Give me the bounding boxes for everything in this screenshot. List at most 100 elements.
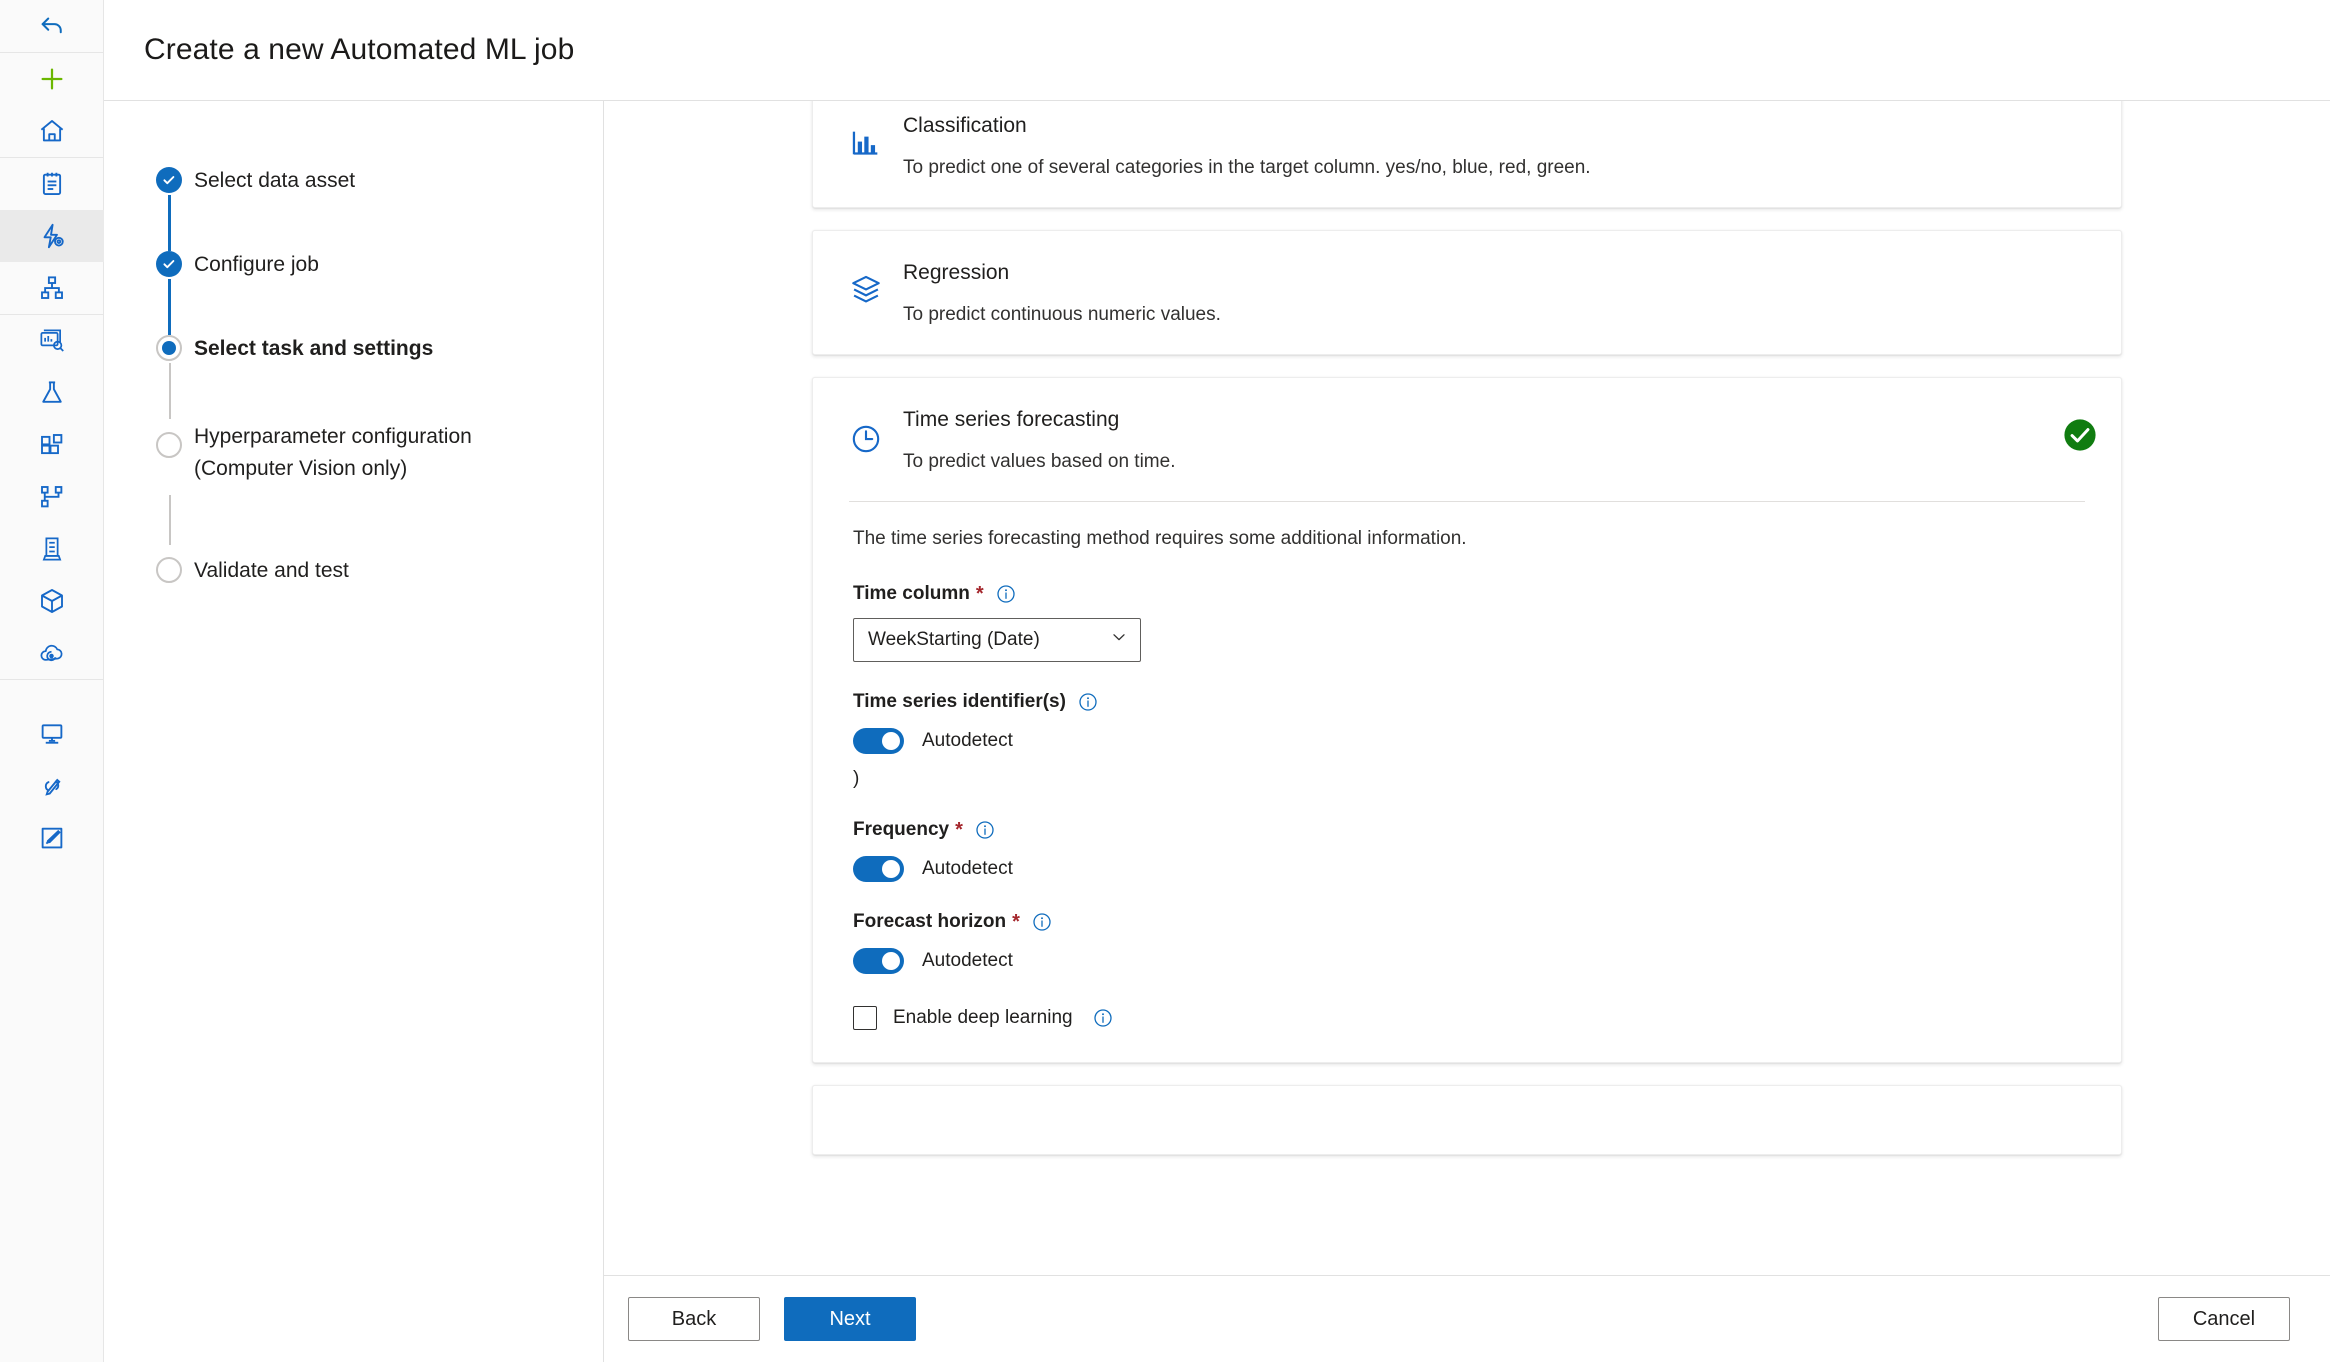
- endpoints-cloud-icon-button[interactable]: [0, 627, 104, 679]
- task-card-description: To predict continuous numeric values.: [903, 304, 1221, 325]
- task-card-time-series-forecasting[interactable]: Time series forecasting To predict value…: [812, 377, 2122, 1063]
- required-marker: *: [975, 583, 984, 605]
- back-arrow-icon: [37, 11, 67, 41]
- wizard-step-label: Validate and test: [194, 559, 349, 582]
- wizard-step-configure-job[interactable]: Configure job: [104, 251, 603, 279]
- field-time-series-identifiers: Time series identifier(s) Autodetect): [853, 690, 2085, 790]
- automated-ml-wizard-page: Create a new Automated ML job Select dat…: [0, 0, 2330, 1362]
- frequency-label-row: Frequency *: [853, 818, 2085, 842]
- enable-deep-learning-checkbox[interactable]: [853, 1006, 877, 1030]
- automated-ml-icon-button[interactable]: [0, 210, 104, 262]
- time-series-identifiers-label-row: Time series identifier(s): [853, 690, 2085, 714]
- home-icon: [37, 116, 67, 146]
- time-series-identifiers-label: Time series identifier(s): [853, 691, 1066, 712]
- page-header: Create a new Automated ML job: [104, 0, 2330, 101]
- notebooks-icon-button[interactable]: [0, 158, 104, 210]
- autodetect-toggle[interactable]: [853, 728, 904, 754]
- wizard-step-select-task-and-settings[interactable]: Select task and settings: [104, 335, 603, 363]
- experiments-flask-icon-button[interactable]: [0, 367, 104, 419]
- time-column-label-row: Time column *: [853, 582, 2085, 606]
- wizard-step-label: Configure job: [194, 253, 319, 276]
- wizard-step-hyperparameter-configuration[interactable]: Hyperparameter configuration (Computer V…: [104, 421, 603, 485]
- back-button[interactable]: Back: [628, 1297, 760, 1341]
- add-new-icon: [37, 64, 67, 94]
- forecast-horizon-label-row: Forecast horizon *: [853, 910, 2085, 934]
- step-status-indicator: [156, 557, 182, 583]
- step-status-indicator: [156, 167, 182, 193]
- time-column-dropdown[interactable]: WeekStarting (Date): [853, 618, 1141, 662]
- forecast-settings-form: The time series forecasting method requi…: [813, 502, 2121, 1062]
- pipelines-icon: [37, 482, 67, 512]
- data-icon-button[interactable]: [0, 523, 104, 575]
- task-card-classification[interactable]: Classification To predict one of several…: [812, 101, 2122, 208]
- designer-icon-button[interactable]: [0, 262, 104, 314]
- automated-ml-icon: [37, 221, 67, 251]
- rail-group-assets: [0, 315, 103, 679]
- info-icon[interactable]: [996, 584, 1016, 604]
- task-card-title: Time series forecasting: [903, 408, 1120, 431]
- task-card-description: To predict values based on time.: [903, 451, 1176, 472]
- bar-chart-icon: [849, 112, 903, 181]
- field-frequency: Frequency * Autodetect: [853, 818, 2085, 882]
- wizard-step-label: Hyperparameter configuration (Computer V…: [194, 425, 472, 480]
- compute-monitor-icon-button[interactable]: [0, 708, 104, 760]
- info-icon[interactable]: [1078, 692, 1098, 712]
- selected-check-badge: [2063, 418, 2097, 457]
- data-monitoring-icon: [37, 326, 67, 356]
- pipelines-icon-button[interactable]: [0, 471, 104, 523]
- info-icon[interactable]: [1032, 912, 1052, 932]
- required-marker: *: [955, 819, 963, 841]
- rail-group-manage: [0, 680, 103, 864]
- step-status-indicator: [156, 335, 182, 361]
- task-card-next-partial[interactable]: [812, 1085, 2122, 1155]
- clock-icon: [849, 406, 903, 475]
- data-monitoring-icon-button[interactable]: [0, 315, 104, 367]
- next-button[interactable]: Next: [784, 1297, 916, 1341]
- field-forecast-horizon: Forecast horizon * Autodetect: [853, 910, 2085, 974]
- add-new-icon-button[interactable]: [0, 53, 104, 105]
- task-card-regression[interactable]: Regression To predict continuous numeric…: [812, 230, 2122, 355]
- wizard-step-select-data-asset[interactable]: Select data asset: [104, 167, 603, 195]
- data-icon: [37, 534, 67, 564]
- data-labeling-icon-button[interactable]: [0, 812, 104, 864]
- components-icon-button[interactable]: [0, 419, 104, 471]
- chevron-down-icon: [1110, 628, 1128, 652]
- autodetect-toggle-label: Autodetect: [922, 858, 1013, 879]
- step-status-indicator: [156, 251, 182, 277]
- back-arrow-icon-button[interactable]: [0, 0, 104, 52]
- autodetect-toggle[interactable]: [853, 856, 904, 882]
- designer-icon: [37, 273, 67, 303]
- wizard-footer: Back Next Cancel: [604, 1275, 2330, 1362]
- forecast-horizon-toggle-row: Autodetect: [853, 948, 2085, 974]
- autodetect-toggle-label: Autodetect: [922, 950, 1013, 971]
- autodetect-toggle-label: Autodetect: [922, 730, 1013, 751]
- experiments-flask-icon: [37, 378, 67, 408]
- info-icon[interactable]: [1093, 1008, 1113, 1028]
- models-cube-icon: [37, 586, 67, 616]
- compute-monitor-icon: [37, 719, 67, 749]
- step-connector: [169, 363, 171, 419]
- autodetect-toggle[interactable]: [853, 948, 904, 974]
- step-connector: [169, 495, 171, 545]
- current-step-dot-icon: [156, 335, 182, 361]
- wizard-step-label: Select data asset: [194, 169, 356, 192]
- wizard-step-validate-and-test[interactable]: Validate and test: [104, 557, 603, 585]
- models-cube-icon-button[interactable]: [0, 575, 104, 627]
- required-marker: *: [1012, 911, 1020, 933]
- wizard-steps-panel: Select data asset Configure job Select t…: [104, 101, 604, 1362]
- step-connector: [168, 195, 171, 251]
- data-labeling-icon: [37, 823, 67, 853]
- home-icon-button[interactable]: [0, 105, 104, 157]
- info-icon[interactable]: [975, 820, 995, 840]
- notebooks-icon: [37, 169, 67, 199]
- cancel-button[interactable]: Cancel: [2158, 1297, 2290, 1341]
- frequency-label: Frequency: [853, 819, 950, 840]
- rail-group-authoring: [0, 158, 104, 314]
- field-enable-deep-learning: Enable deep learning: [853, 1006, 2085, 1030]
- stray-text: ): [853, 768, 860, 789]
- linked-services-icon-button[interactable]: [0, 760, 104, 812]
- check-circle-icon: [156, 167, 182, 193]
- forecast-horizon-label: Forecast horizon: [853, 911, 1007, 932]
- step-status-indicator: [156, 432, 182, 458]
- task-card-title: Classification: [903, 114, 1027, 137]
